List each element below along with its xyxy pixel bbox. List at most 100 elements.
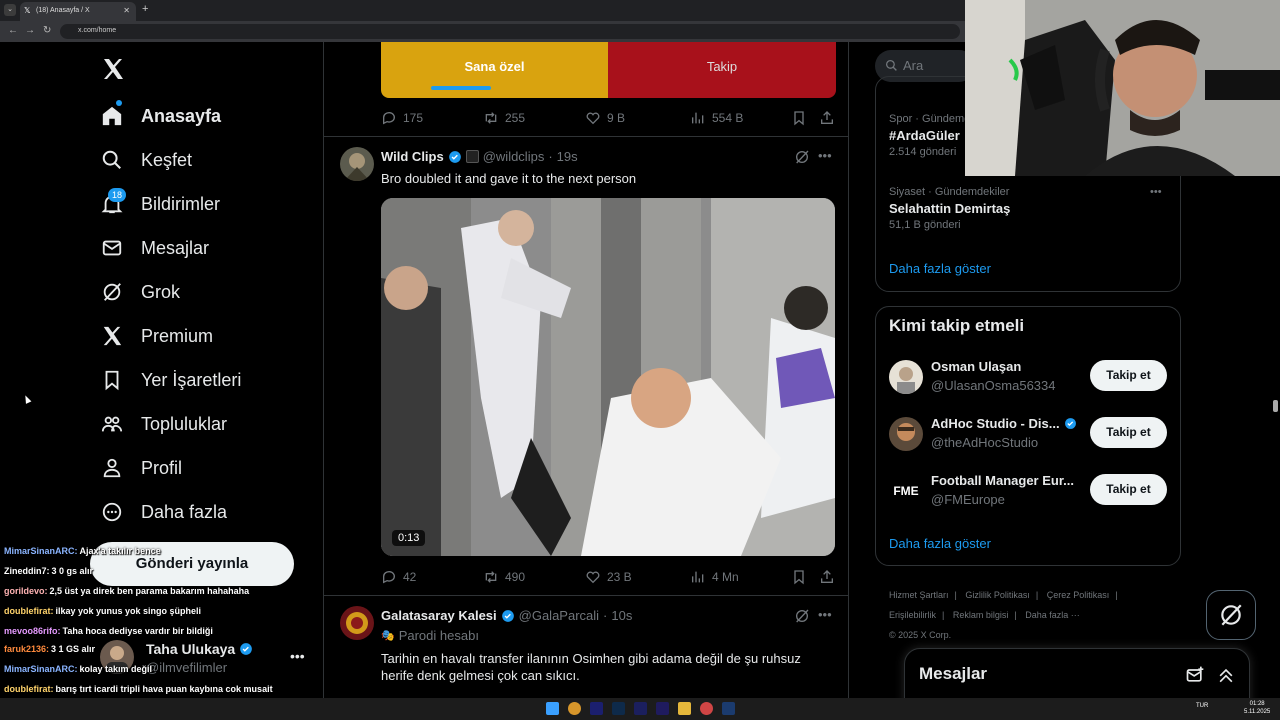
avatar[interactable]: [340, 147, 374, 181]
avatar[interactable]: [889, 360, 923, 394]
avatar[interactable]: [889, 417, 923, 451]
more-options-icon[interactable]: •••: [818, 148, 832, 163]
sidebar-item-explore[interactable]: Keşfet: [100, 145, 192, 175]
tab-for-you[interactable]: Sana özel: [381, 42, 608, 98]
tab-title: (18) Anasayfa / X: [36, 7, 90, 14]
verified-badge-icon: [501, 609, 514, 622]
sidebar-item-premium[interactable]: Premium: [100, 321, 213, 351]
chat-message: MimarSinanARC: Ajax'a takılır bence: [4, 546, 161, 556]
after-effects-icon[interactable]: [656, 702, 669, 715]
sidebar-item-grok[interactable]: Grok: [100, 277, 180, 307]
views-button[interactable]: 4 Mn: [690, 569, 739, 585]
footer-link[interactable]: Reklam bilgisi: [953, 610, 1009, 620]
chat-text: kolay takım değil: [79, 664, 153, 674]
reply-button[interactable]: 175: [381, 110, 423, 126]
bookmark-button[interactable]: [791, 110, 807, 126]
system-tray[interactable]: TUR: [1196, 703, 1208, 709]
search-icon: [100, 148, 124, 172]
avatar[interactable]: [340, 606, 374, 640]
chat-message: faruk2136: 3 1 GS alır: [4, 644, 95, 654]
folder-icon[interactable]: [678, 702, 691, 715]
tweet-video[interactable]: 0:13: [381, 198, 835, 556]
scrollbar-thumb[interactable]: [1273, 400, 1278, 412]
follow-suggestion[interactable]: AdHoc Studio - Dis... @theAdHocStudio Ta…: [889, 415, 1169, 455]
footer-links: Hizmet Şartları | Gizlilik Politikası | Çe…: [889, 590, 1118, 640]
browser-tab[interactable]: 𝕏 (18) Anasayfa / X ✕: [20, 2, 136, 21]
repost-button[interactable]: 255: [483, 110, 525, 126]
close-tab-icon[interactable]: ✕: [123, 6, 130, 15]
footer-link[interactable]: Çerez Politikası: [1047, 590, 1110, 600]
trend-item[interactable]: Spor · Gündemde #ArdaGüler 2.514 gönderi: [889, 113, 976, 158]
tweet-time[interactable]: 10s: [611, 608, 632, 623]
obs-icon[interactable]: [700, 702, 713, 715]
clock[interactable]: 01:28 5.11.2025: [1244, 700, 1270, 716]
sidebar-item-communities[interactable]: Topluluklar: [100, 409, 227, 439]
like-button[interactable]: 9 B: [585, 110, 625, 126]
bookmark-button[interactable]: [791, 569, 807, 585]
author-name[interactable]: Wild Clips: [381, 149, 444, 164]
chat-message: mevoo86rifo: Taha hoca dediyse vardır bir…: [4, 626, 213, 636]
grok-icon[interactable]: [794, 149, 810, 165]
follow-show-more[interactable]: Daha fazla göster: [889, 536, 991, 551]
x-logo-icon[interactable]: [101, 57, 125, 81]
account-more-icon[interactable]: •••: [290, 648, 305, 664]
divider: [324, 595, 848, 596]
footer-link[interactable]: Gizlilik Politikası: [965, 590, 1030, 600]
sidebar-item-more[interactable]: Daha fazla: [100, 497, 227, 527]
forward-icon[interactable]: →: [25, 25, 35, 36]
url-field[interactable]: x.com/home: [60, 24, 960, 39]
streamer-video: [965, 0, 1280, 176]
sidebar-item-profile[interactable]: Profil: [100, 453, 182, 483]
chat-text: Ajax'a takılır bence: [79, 546, 161, 556]
trend-more-icon[interactable]: •••: [1150, 186, 1162, 198]
repost-button[interactable]: 490: [483, 569, 525, 585]
more-options-icon[interactable]: •••: [818, 607, 832, 622]
author-name[interactable]: Galatasaray Kalesi: [381, 608, 497, 623]
chrome-icon[interactable]: [568, 702, 581, 715]
sidebar-item-label: Daha fazla: [141, 501, 228, 522]
footer-link[interactable]: Erişilebilirlik: [889, 610, 936, 620]
steam-icon[interactable]: [722, 702, 735, 715]
author-handle[interactable]: @wildclips: [483, 149, 545, 164]
windows-taskbar: TUR 01:28 5.11.2025: [0, 698, 1280, 720]
back-icon[interactable]: ←: [8, 25, 18, 36]
sidebar-item-messages[interactable]: Mesajlar: [100, 233, 209, 263]
tab-search-button[interactable]: ⌄: [4, 4, 16, 16]
grok-icon[interactable]: [794, 608, 810, 624]
start-icon[interactable]: [546, 702, 559, 715]
follow-button[interactable]: Takip et: [1090, 474, 1167, 505]
author-handle[interactable]: @GalaParcali: [519, 608, 599, 623]
expand-up-icon[interactable]: [1216, 665, 1236, 685]
suggestion-name: Osman Ulaşan: [931, 359, 1022, 374]
who-to-follow-title: Kimi takip etmeli: [889, 316, 1025, 335]
tab-following[interactable]: Takip: [608, 42, 836, 98]
new-tab-button[interactable]: +: [142, 3, 148, 15]
webcam-overlay: [965, 0, 1280, 176]
share-button[interactable]: [819, 110, 835, 126]
new-message-icon[interactable]: [1185, 665, 1205, 685]
premiere-icon[interactable]: [590, 702, 603, 715]
views-button[interactable]: 554 B: [690, 110, 743, 126]
photoshop-icon[interactable]: [612, 702, 625, 715]
reload-icon[interactable]: ↻: [43, 25, 51, 36]
tweet-time[interactable]: 19s: [557, 149, 578, 164]
follow-suggestion[interactable]: FME Football Manager Eur... @FMEurope Ta…: [889, 472, 1169, 512]
grok-floating-button[interactable]: [1206, 590, 1256, 640]
trends-show-more[interactable]: Daha fazla göster: [889, 261, 991, 276]
footer-link[interactable]: Hizmet Şartları: [889, 590, 949, 600]
chat-text: Taha hoca dediyse vardır bir bildiği: [62, 626, 213, 636]
share-button[interactable]: [819, 569, 835, 585]
like-button[interactable]: 23 B: [585, 569, 632, 585]
footer-link[interactable]: Daha fazla ···: [1025, 610, 1080, 620]
follow-button[interactable]: Takip et: [1090, 417, 1167, 448]
reply-button[interactable]: 42: [381, 569, 416, 585]
audition-icon[interactable]: [634, 702, 647, 715]
mouse-cursor-icon: [22, 394, 32, 404]
reply-icon: [383, 112, 395, 125]
avatar[interactable]: FME: [889, 474, 923, 508]
trend-item[interactable]: Siyaset · Gündemdekiler Selahattin Demir…: [889, 186, 1010, 231]
sidebar-item-bookmarks[interactable]: Yer İşaretleri: [100, 365, 241, 395]
follow-button[interactable]: Takip et: [1090, 360, 1167, 391]
tweet-text: Tarihin en havalı transfer ilanının Osim…: [381, 651, 801, 683]
follow-suggestion[interactable]: Osman Ulaşan @UlasanOsma56334 Takip et: [889, 358, 1169, 398]
